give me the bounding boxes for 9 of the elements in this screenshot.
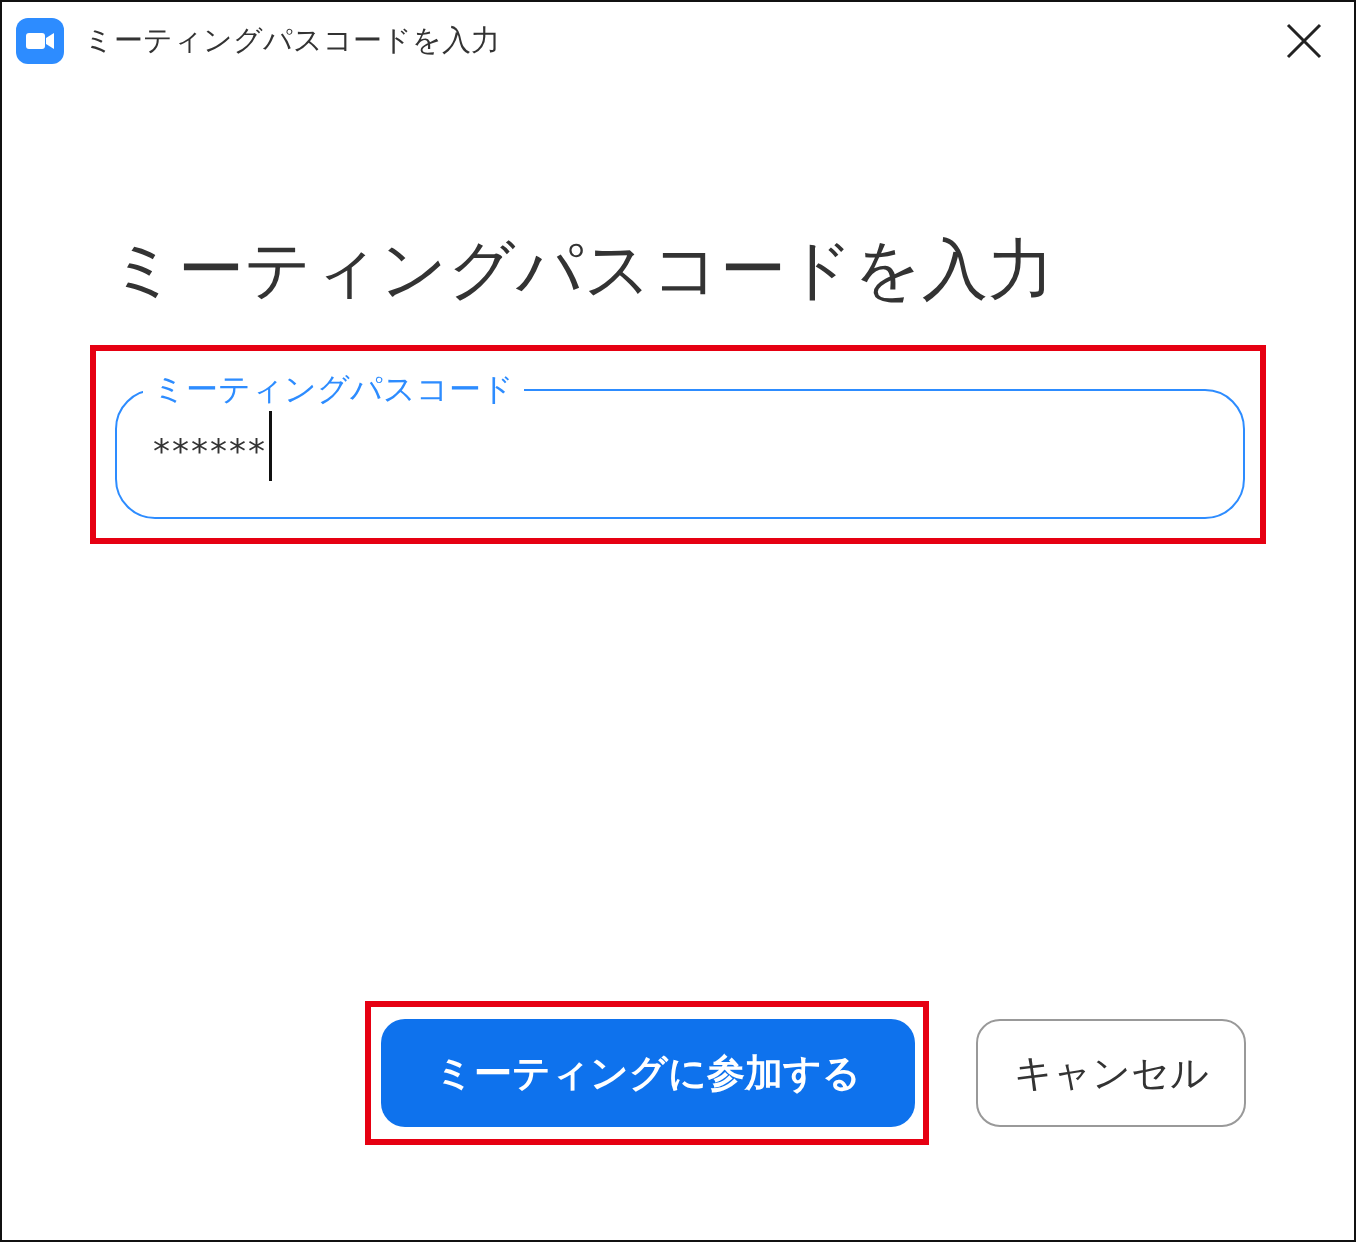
close-button[interactable] [1284,21,1324,61]
window-title: ミーティングパスコードを入力 [84,22,501,59]
field-value: ****** [153,430,267,471]
text-caret [269,410,272,481]
cancel-button[interactable]: キャンセル [976,1019,1246,1127]
field-label: ミーティングパスコード [152,369,515,411]
dialog-heading: ミーティングパスコードを入力 [110,230,1055,310]
join-button[interactable]: ミーティングに参加する [381,1019,915,1127]
camera-app-icon [16,18,64,64]
